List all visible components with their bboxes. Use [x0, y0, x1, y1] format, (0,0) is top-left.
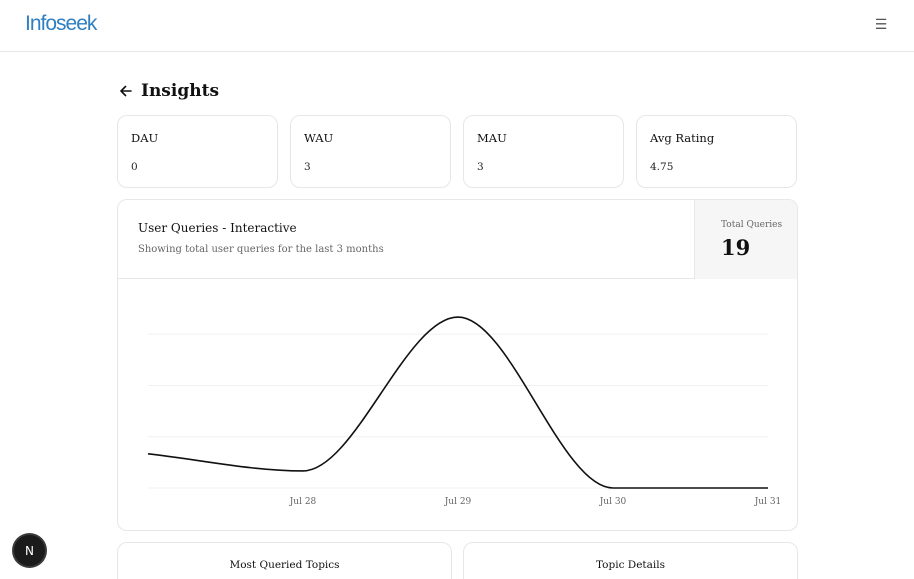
top-navbar: Infoseek ☰: [0, 0, 914, 52]
stat-label: MAU: [477, 131, 507, 145]
total-queries-value: 19: [721, 235, 751, 260]
x-tick-label: Jul 29: [444, 497, 472, 507]
stat-value: 3: [477, 161, 484, 173]
user-queries-chart-card: User Queries - Interactive Showing total…: [117, 199, 798, 531]
dev-tools-badge[interactable]: N: [14, 535, 45, 566]
total-queries-label: Total Queries: [721, 220, 783, 230]
series-line[interactable]: [147, 316, 768, 489]
stat-label: DAU: [131, 131, 159, 145]
card-title: Topic Details: [595, 559, 666, 571]
stat-value: 0: [131, 161, 138, 173]
chart-title: User Queries - Interactive: [138, 221, 297, 235]
page-header: Insights: [118, 80, 219, 102]
stat-value: 4.75: [650, 161, 674, 173]
stat-card-dau: DAU 0: [117, 115, 278, 188]
app-logo[interactable]: Infoseek: [25, 12, 97, 36]
chart-header: User Queries - Interactive Showing total…: [118, 200, 797, 279]
x-tick-label: Jul 28: [289, 497, 317, 507]
topic-details-card: Topic Details: [463, 542, 798, 579]
stat-card-wau: WAU 3: [290, 115, 451, 188]
x-tick-label: Jul 31: [754, 497, 782, 507]
most-queried-topics-card: Most Queried Topics: [117, 542, 452, 579]
x-tick-label: Jul 30: [599, 497, 627, 507]
arrow-left-icon[interactable]: [118, 83, 134, 99]
stat-card-avg-rating: Avg Rating 4.75: [636, 115, 797, 188]
total-queries-box[interactable]: Total Queries 19: [694, 200, 797, 279]
line-chart[interactable]: Jul 28 Jul 29 Jul 30 Jul 31: [118, 280, 798, 530]
stat-label: WAU: [304, 131, 334, 145]
stat-card-mau: MAU 3: [463, 115, 624, 188]
chart-subtitle: Showing total user queries for the last …: [138, 244, 384, 255]
hamburger-icon[interactable]: ☰: [873, 17, 889, 33]
card-title: Most Queried Topics: [229, 559, 340, 571]
page-title: Insights: [141, 81, 220, 101]
stat-label: Avg Rating: [650, 131, 715, 145]
stat-value: 3: [304, 161, 311, 173]
